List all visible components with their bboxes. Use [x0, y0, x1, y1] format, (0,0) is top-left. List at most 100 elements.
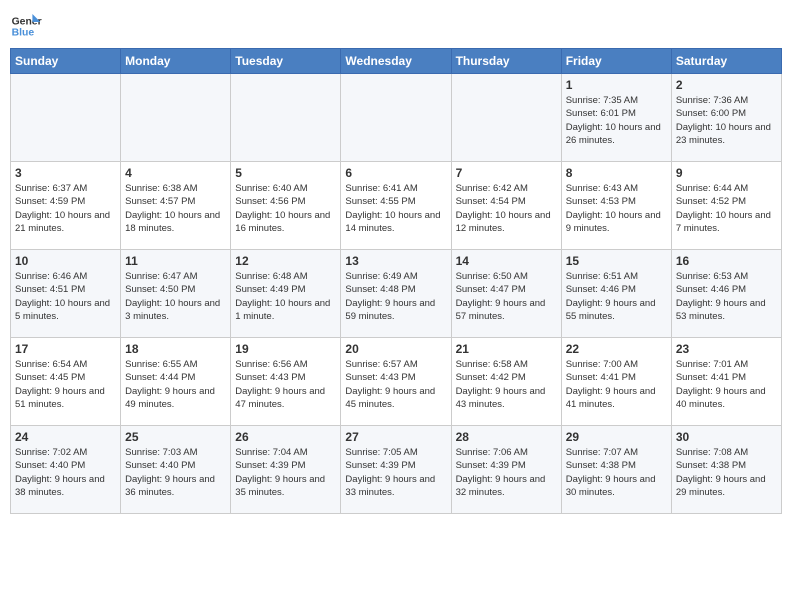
day-info: Sunrise: 6:54 AM Sunset: 4:45 PM Dayligh… — [15, 358, 116, 411]
day-info: Sunrise: 6:42 AM Sunset: 4:54 PM Dayligh… — [456, 182, 557, 235]
calendar-cell: 26Sunrise: 7:04 AM Sunset: 4:39 PM Dayli… — [231, 426, 341, 514]
day-number: 6 — [345, 166, 446, 180]
weekday-header-thursday: Thursday — [451, 49, 561, 74]
day-number: 28 — [456, 430, 557, 444]
day-number: 25 — [125, 430, 226, 444]
day-number: 21 — [456, 342, 557, 356]
day-number: 3 — [15, 166, 116, 180]
day-number: 22 — [566, 342, 667, 356]
calendar-body: 1 Sunrise: 7:35 AM Sunset: 6:01 PM Daylig… — [11, 74, 782, 514]
day-number: 24 — [15, 430, 116, 444]
calendar-cell: 30 Sunrise: 7:08 AM Sunset: 4:38 PM Dayli… — [671, 426, 781, 514]
day-number: 17 — [15, 342, 116, 356]
day-number: 19 — [235, 342, 336, 356]
day-number: 20 — [345, 342, 446, 356]
logo: General Blue — [10, 10, 42, 42]
day-number: 13 — [345, 254, 446, 268]
calendar-week-4: 17 Sunrise: 6:54 AM Sunset: 4:45 PM Dayli… — [11, 338, 782, 426]
day-info: Sunrise: 6:37 AM Sunset: 4:59 PM Dayligh… — [15, 182, 116, 235]
header: General Blue — [10, 10, 782, 42]
day-info: Sunrise: 6:49 AM Sunset: 4:48 PM Dayligh… — [345, 270, 446, 323]
calendar-cell: 1 Sunrise: 7:35 AM Sunset: 6:01 PM Daylig… — [561, 74, 671, 162]
weekday-header-row: SundayMondayTuesdayWednesdayThursdayFrid… — [11, 49, 782, 74]
day-info: Sunrise: 6:41 AM Sunset: 4:55 PM Dayligh… — [345, 182, 446, 235]
day-info: Sunrise: 7:00 AM Sunset: 4:41 PM Dayligh… — [566, 358, 667, 411]
calendar-cell: 16 Sunrise: 6:53 AM Sunset: 4:46 PM Dayli… — [671, 250, 781, 338]
day-info: Sunrise: 7:35 AM Sunset: 6:01 PM Dayligh… — [566, 94, 667, 147]
day-number: 14 — [456, 254, 557, 268]
day-info: Sunrise: 6:46 AM Sunset: 4:51 PM Dayligh… — [15, 270, 116, 323]
calendar-cell — [451, 74, 561, 162]
calendar-cell — [11, 74, 121, 162]
day-info: Sunrise: 6:56 AM Sunset: 4:43 PM Dayligh… — [235, 358, 336, 411]
calendar-cell: 19 Sunrise: 6:56 AM Sunset: 4:43 PM Dayli… — [231, 338, 341, 426]
calendar-cell: 6 Sunrise: 6:41 AM Sunset: 4:55 PM Daylig… — [341, 162, 451, 250]
calendar-cell: 3 Sunrise: 6:37 AM Sunset: 4:59 PM Daylig… — [11, 162, 121, 250]
calendar-cell: 2 Sunrise: 7:36 AM Sunset: 6:00 PM Daylig… — [671, 74, 781, 162]
weekday-header-sunday: Sunday — [11, 49, 121, 74]
day-number: 18 — [125, 342, 226, 356]
calendar-cell: 8Sunrise: 6:43 AM Sunset: 4:53 PM Daylig… — [561, 162, 671, 250]
calendar-cell: 21Sunrise: 6:58 AM Sunset: 4:42 PM Dayli… — [451, 338, 561, 426]
day-number: 27 — [345, 430, 446, 444]
day-number: 16 — [676, 254, 777, 268]
calendar-week-3: 10 Sunrise: 6:46 AM Sunset: 4:51 PM Dayli… — [11, 250, 782, 338]
day-info: Sunrise: 7:08 AM Sunset: 4:38 PM Dayligh… — [676, 446, 777, 499]
day-number: 9 — [676, 166, 777, 180]
calendar-week-5: 24 Sunrise: 7:02 AM Sunset: 4:40 PM Dayli… — [11, 426, 782, 514]
weekday-header-wednesday: Wednesday — [341, 49, 451, 74]
calendar-cell: 18Sunrise: 6:55 AM Sunset: 4:44 PM Dayli… — [121, 338, 231, 426]
calendar-cell: 23Sunrise: 7:01 AM Sunset: 4:41 PM Dayli… — [671, 338, 781, 426]
weekday-header-saturday: Saturday — [671, 49, 781, 74]
day-number: 29 — [566, 430, 667, 444]
day-number: 8 — [566, 166, 667, 180]
day-info: Sunrise: 7:05 AM Sunset: 4:39 PM Dayligh… — [345, 446, 446, 499]
calendar-cell: 12Sunrise: 6:48 AM Sunset: 4:49 PM Dayli… — [231, 250, 341, 338]
day-number: 26 — [235, 430, 336, 444]
day-info: Sunrise: 6:53 AM Sunset: 4:46 PM Dayligh… — [676, 270, 777, 323]
day-info: Sunrise: 7:03 AM Sunset: 4:40 PM Dayligh… — [125, 446, 226, 499]
day-info: Sunrise: 6:44 AM Sunset: 4:52 PM Dayligh… — [676, 182, 777, 235]
calendar-cell: 10 Sunrise: 6:46 AM Sunset: 4:51 PM Dayli… — [11, 250, 121, 338]
day-number: 11 — [125, 254, 226, 268]
day-number: 1 — [566, 78, 667, 92]
day-info: Sunrise: 7:07 AM Sunset: 4:38 PM Dayligh… — [566, 446, 667, 499]
calendar-cell: 24 Sunrise: 7:02 AM Sunset: 4:40 PM Dayli… — [11, 426, 121, 514]
calendar-cell: 20 Sunrise: 6:57 AM Sunset: 4:43 PM Dayli… — [341, 338, 451, 426]
day-number: 10 — [15, 254, 116, 268]
calendar-cell — [121, 74, 231, 162]
day-info: Sunrise: 6:40 AM Sunset: 4:56 PM Dayligh… — [235, 182, 336, 235]
calendar-cell: 17 Sunrise: 6:54 AM Sunset: 4:45 PM Dayli… — [11, 338, 121, 426]
svg-text:Blue: Blue — [12, 28, 35, 39]
day-info: Sunrise: 6:57 AM Sunset: 4:43 PM Dayligh… — [345, 358, 446, 411]
weekday-header-tuesday: Tuesday — [231, 49, 341, 74]
day-number: 2 — [676, 78, 777, 92]
calendar-cell: 15Sunrise: 6:51 AM Sunset: 4:46 PM Dayli… — [561, 250, 671, 338]
calendar-cell: 4 Sunrise: 6:38 AM Sunset: 4:57 PM Daylig… — [121, 162, 231, 250]
day-info: Sunrise: 7:36 AM Sunset: 6:00 PM Dayligh… — [676, 94, 777, 147]
day-number: 4 — [125, 166, 226, 180]
calendar-cell: 27 Sunrise: 7:05 AM Sunset: 4:39 PM Dayli… — [341, 426, 451, 514]
day-number: 5 — [235, 166, 336, 180]
day-number: 7 — [456, 166, 557, 180]
weekday-header-friday: Friday — [561, 49, 671, 74]
calendar-table: SundayMondayTuesdayWednesdayThursdayFrid… — [10, 48, 782, 514]
calendar-cell: 11Sunrise: 6:47 AM Sunset: 4:50 PM Dayli… — [121, 250, 231, 338]
day-info: Sunrise: 6:38 AM Sunset: 4:57 PM Dayligh… — [125, 182, 226, 235]
calendar-cell: 22 Sunrise: 7:00 AM Sunset: 4:41 PM Dayli… — [561, 338, 671, 426]
day-info: Sunrise: 7:02 AM Sunset: 4:40 PM Dayligh… — [15, 446, 116, 499]
weekday-header-monday: Monday — [121, 49, 231, 74]
day-number: 30 — [676, 430, 777, 444]
day-info: Sunrise: 6:50 AM Sunset: 4:47 PM Dayligh… — [456, 270, 557, 323]
calendar-cell — [341, 74, 451, 162]
calendar-cell: 9 Sunrise: 6:44 AM Sunset: 4:52 PM Daylig… — [671, 162, 781, 250]
calendar-cell: 25 Sunrise: 7:03 AM Sunset: 4:40 PM Dayli… — [121, 426, 231, 514]
calendar-cell: 28 Sunrise: 7:06 AM Sunset: 4:39 PM Dayli… — [451, 426, 561, 514]
day-info: Sunrise: 7:06 AM Sunset: 4:39 PM Dayligh… — [456, 446, 557, 499]
calendar-cell: 13 Sunrise: 6:49 AM Sunset: 4:48 PM Dayli… — [341, 250, 451, 338]
calendar-cell: 14 Sunrise: 6:50 AM Sunset: 4:47 PM Dayli… — [451, 250, 561, 338]
calendar-cell: 7 Sunrise: 6:42 AM Sunset: 4:54 PM Daylig… — [451, 162, 561, 250]
calendar-week-2: 3 Sunrise: 6:37 AM Sunset: 4:59 PM Daylig… — [11, 162, 782, 250]
day-info: Sunrise: 6:51 AM Sunset: 4:46 PM Dayligh… — [566, 270, 667, 323]
logo-icon: General Blue — [10, 10, 42, 42]
